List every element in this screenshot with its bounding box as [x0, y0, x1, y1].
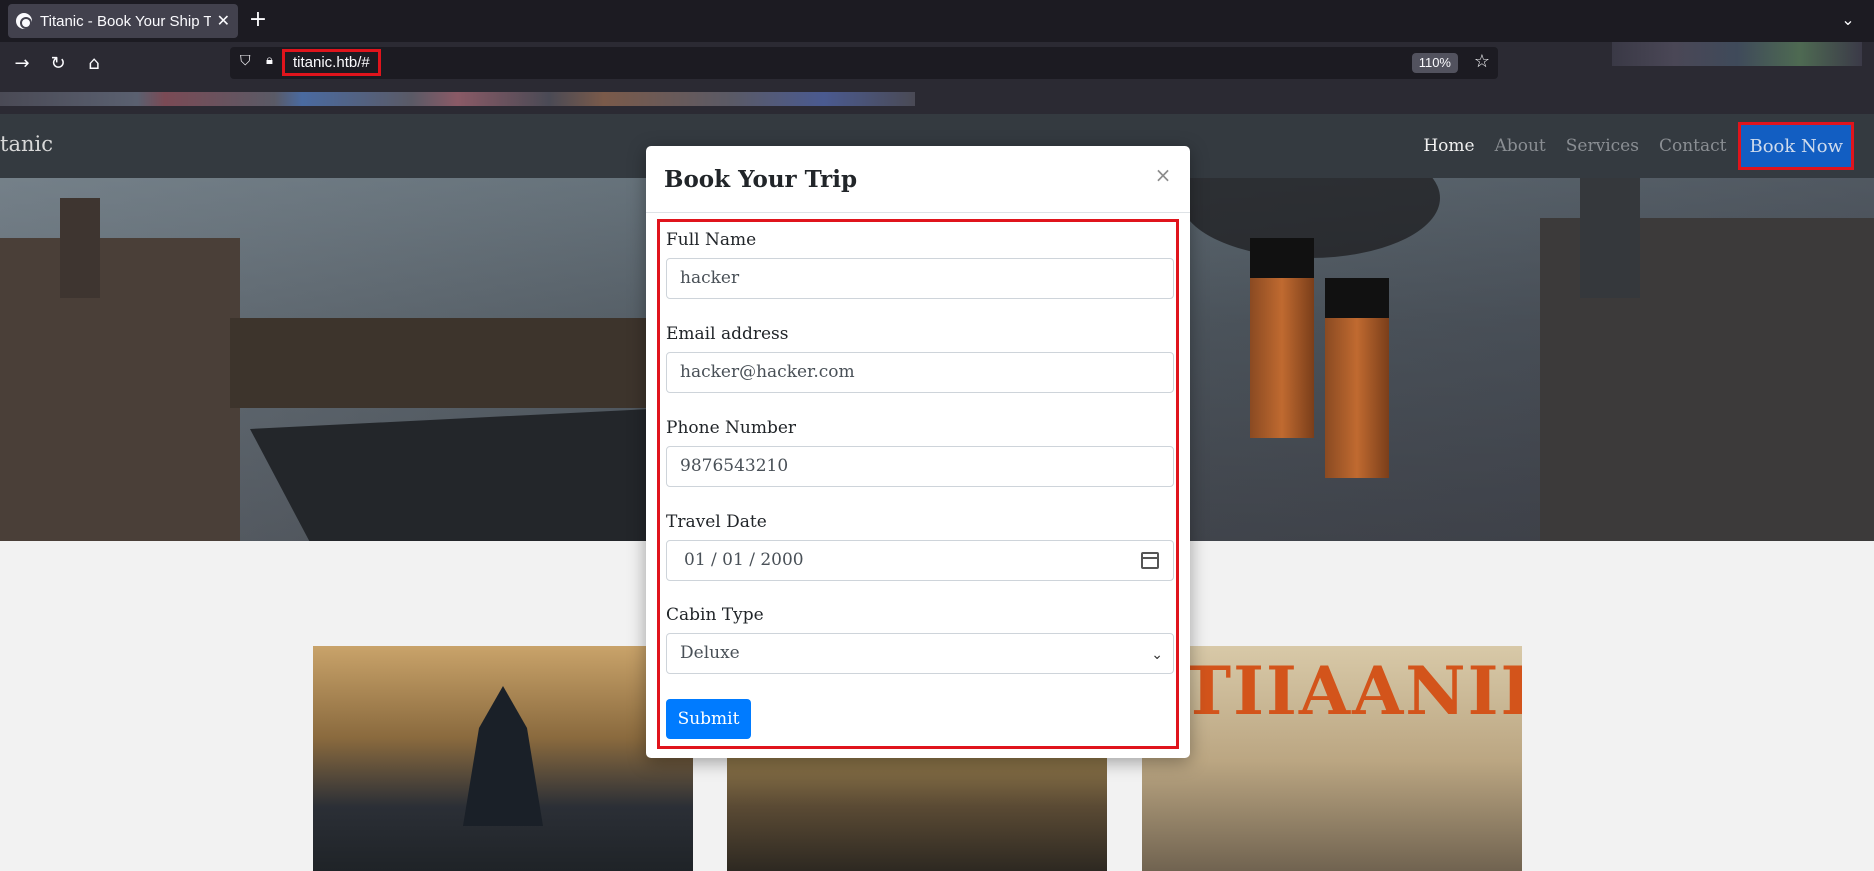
gallery-image-ballroom	[313, 646, 693, 871]
bookmarks-bar	[0, 84, 1874, 114]
travel-date-value: 01 / 01 / 2000	[684, 550, 804, 570]
travel-date-input[interactable]: 01 / 01 / 2000	[666, 540, 1174, 581]
ship-illustration	[463, 686, 543, 826]
nav-link-contact[interactable]: Contact	[1659, 136, 1727, 156]
web-page: tanic Home About Services Contact Book N…	[0, 114, 1874, 871]
site-favicon-icon	[16, 13, 32, 29]
cabin-type-select[interactable]: Deluxe ⌄	[666, 633, 1174, 674]
bookmark-star-icon[interactable]: ☆	[1474, 51, 1490, 72]
hero-funnel-1-top	[1250, 238, 1314, 278]
booking-form: Full Name hacker Email address hacker@ha…	[657, 219, 1179, 749]
forward-icon[interactable]: →	[8, 50, 36, 78]
poster-title: TIIAANIIC	[1182, 652, 1522, 730]
new-tab-button[interactable]: +	[244, 7, 272, 35]
hero-funnel-2-top	[1325, 278, 1389, 318]
zoom-level[interactable]: 110%	[1411, 53, 1458, 73]
hero-building-left	[0, 238, 240, 541]
site-brand[interactable]: tanic	[0, 132, 53, 156]
url-text[interactable]: titanic.htb/#	[282, 49, 381, 76]
chevron-down-icon[interactable]: ⌄	[1838, 10, 1858, 30]
shield-icon[interactable]: ⛉	[240, 53, 258, 71]
phone-label: Phone Number	[666, 418, 797, 438]
browser-toolbar: → ↻ ⌂ ⛉ 🔒︎ titanic.htb/# 110% ☆	[0, 42, 1874, 84]
modal-header: Book Your Trip ×	[646, 146, 1190, 213]
full-name-label: Full Name	[666, 230, 757, 250]
blurred-extensions	[1612, 42, 1862, 66]
travel-date-label: Travel Date	[666, 512, 767, 532]
cabin-type-value: Deluxe	[680, 643, 740, 663]
hero-ship-hull	[250, 408, 670, 541]
modal-title: Book Your Trip	[664, 166, 858, 193]
lock-icon[interactable]: 🔒︎	[266, 53, 282, 71]
calendar-icon[interactable]	[1141, 552, 1159, 569]
reload-icon[interactable]: ↻	[44, 50, 72, 78]
hero-tower-left	[60, 198, 100, 298]
gallery-image-poster: TIIAANIIC	[1142, 646, 1522, 871]
blurred-bookmarks	[0, 92, 915, 106]
home-icon[interactable]: ⌂	[80, 50, 108, 78]
address-bar[interactable]: ⛉ 🔒︎ titanic.htb/# 110% ☆	[230, 47, 1498, 79]
submit-button[interactable]: Submit	[666, 699, 751, 739]
browser-tab-bar: Titanic - Book Your Ship T ✕ + ⌄	[0, 0, 1874, 42]
chevron-down-icon: ⌄	[1151, 647, 1163, 663]
booking-modal: Book Your Trip × Full Name hacker Email …	[646, 146, 1190, 758]
cabin-type-label: Cabin Type	[666, 605, 764, 625]
close-icon[interactable]: ×	[1152, 164, 1174, 186]
nav-link-about[interactable]: About	[1495, 136, 1546, 156]
site-nav-links: Home About Services Contact Book Now	[1403, 122, 1854, 170]
hero-tower-right	[1580, 178, 1640, 298]
email-input[interactable]: hacker@hacker.com	[666, 352, 1174, 393]
close-tab-icon[interactable]: ✕	[217, 11, 230, 31]
book-now-button[interactable]: Book Now	[1738, 122, 1854, 170]
nav-link-services[interactable]: Services	[1566, 136, 1639, 156]
tab-title: Titanic - Book Your Ship T	[40, 12, 211, 30]
full-name-input[interactable]: hacker	[666, 258, 1174, 299]
phone-input[interactable]: 9876543210	[666, 446, 1174, 487]
nav-link-home[interactable]: Home	[1423, 136, 1474, 156]
browser-tab[interactable]: Titanic - Book Your Ship T ✕	[8, 4, 238, 38]
hero-deck-crowd	[230, 318, 670, 408]
email-label: Email address	[666, 324, 789, 344]
